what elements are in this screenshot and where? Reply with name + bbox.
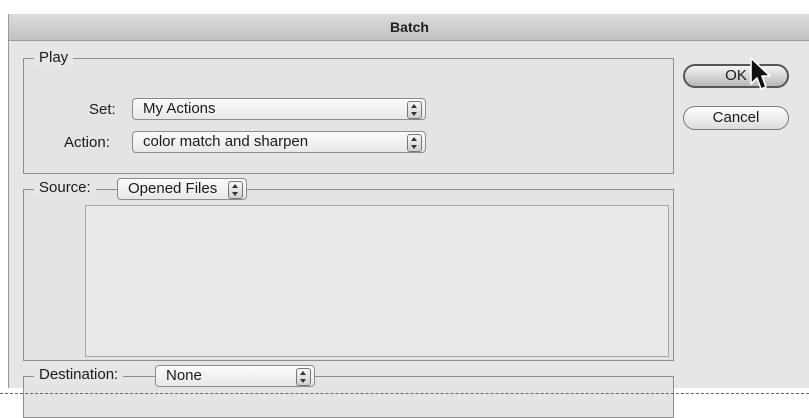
up-down-stepper-icon — [296, 368, 311, 386]
source-select[interactable]: Opened Files — [117, 178, 247, 200]
ok-button[interactable]: OK — [683, 64, 789, 88]
action-select-value: color match and sharpen — [143, 133, 309, 150]
arrow-cursor-icon — [750, 57, 771, 90]
cancel-button-label: Cancel — [712, 109, 760, 126]
source-select-value: Opened Files — [128, 180, 218, 197]
up-down-stepper-icon — [228, 181, 243, 199]
set-select-value: My Actions — [143, 100, 216, 117]
up-down-stepper-icon — [407, 134, 422, 152]
destination-select[interactable]: None — [155, 365, 315, 387]
play-group: Play Set: My Actions Action: color match… — [23, 49, 674, 174]
batch-dialog: Batch Play Set: My Actions Action: color… — [8, 14, 809, 418]
title-bar[interactable]: Batch — [9, 14, 809, 41]
destination-label: Destination: — [34, 366, 124, 384]
source-group: Source: Opened Files — [23, 178, 674, 361]
ok-button-label: OK — [725, 67, 747, 84]
set-label: Set: — [89, 101, 116, 118]
cancel-button[interactable]: Cancel — [683, 106, 789, 130]
source-label: Source: — [34, 179, 96, 197]
source-options-panel — [85, 205, 669, 357]
play-legend: Play — [34, 49, 74, 67]
action-select[interactable]: color match and sharpen — [132, 131, 426, 153]
set-select[interactable]: My Actions — [132, 98, 426, 120]
crop-edge-divider — [0, 393, 809, 394]
destination-group: Destination: None — [23, 365, 674, 418]
destination-select-value: None — [166, 367, 202, 384]
dialog-title: Batch — [390, 19, 429, 35]
up-down-stepper-icon — [407, 101, 422, 119]
action-label: Action: — [64, 134, 110, 151]
